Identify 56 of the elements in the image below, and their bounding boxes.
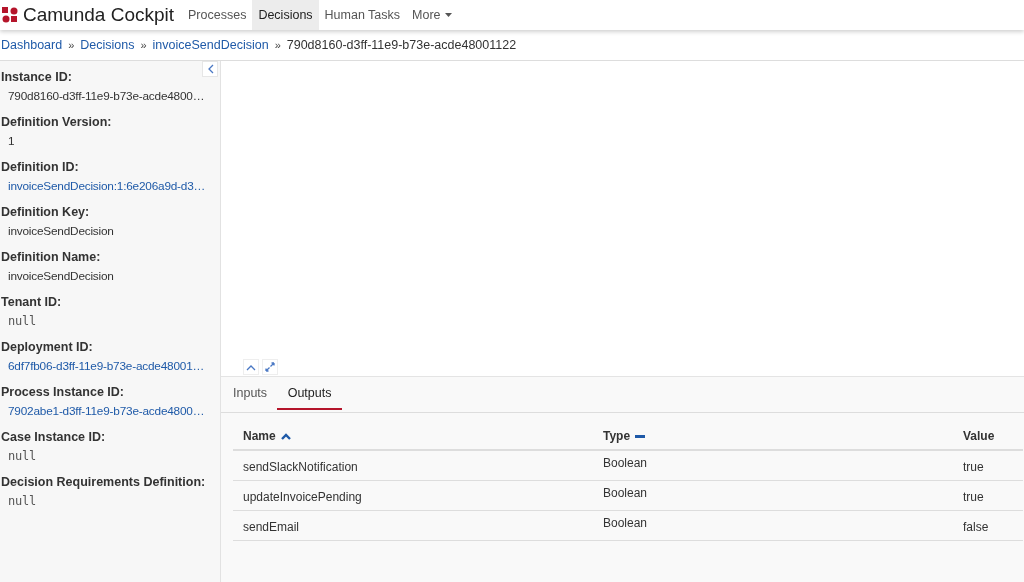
field-label: Definition Version: [0,115,113,129]
expand-panel-button[interactable] [243,359,259,375]
table-cell: sendEmail [243,520,300,534]
breadcrumb-link[interactable]: Dashboard [1,38,63,52]
collapse-button[interactable] [202,61,218,77]
chevron-left-icon [206,64,214,74]
field-label: Deployment ID: [0,340,94,354]
field-value: invoiceSendDecision [8,269,114,283]
field-label: Decision Requirements Definition: [0,475,207,489]
nav-tab[interactable]: More [406,0,458,30]
caret-icon [444,13,452,17]
unsorted-icon[interactable] [635,434,646,438]
field-value: null [8,314,37,328]
nav-tab[interactable]: Processes [182,0,253,30]
breadcrumb-separator: » [274,39,281,51]
app-title: Camunda Cockpit [23,4,175,26]
table-cell: false [963,520,989,534]
field-value: null [8,449,37,463]
table-cell: Boolean [603,486,648,500]
field-label: Definition ID: [0,160,80,174]
breadcrumb-link[interactable]: Decisions [80,38,135,52]
field-value: invoiceSendDecision [8,224,114,238]
logo-icon [2,7,18,23]
table-cell: true [963,460,984,474]
table-cell: Boolean [603,516,648,530]
field-link[interactable]: invoiceSendDecision:1:6e206a9d-d3… [8,179,206,193]
field-value: 1 [8,134,15,148]
expand-icon [265,362,275,372]
field-value: 790d8160-d3ff-11e9-b73e-acde4800… [8,89,205,103]
table-cell: true [963,490,984,504]
breadcrumb-separator: » [68,39,75,51]
field-label: Instance ID: [0,70,73,84]
fullscreen-button[interactable] [262,359,278,375]
field-label: Process Instance ID: [0,385,125,399]
breadcrumb-current: 790d8160-d3ff-11e9-b73e-acde48001122 [286,38,517,52]
field-label: Tenant ID: [0,295,63,309]
chevron-up-icon [246,363,256,371]
field-link[interactable]: 6df7fb06-d3ff-11e9-b73e-acde48001… [8,359,205,373]
tab[interactable]: Inputs [233,384,268,410]
field-label: Definition Key: [0,205,91,219]
field-value: null [8,494,37,508]
column-header[interactable]: Value [963,429,995,443]
breadcrumb-separator: » [140,39,147,51]
column-header[interactable]: Name [243,429,276,443]
column-header[interactable]: Type [603,429,631,443]
table-cell: Boolean [603,456,648,470]
sort-ascending-icon[interactable] [280,432,291,440]
tab[interactable]: Outputs [277,384,343,410]
nav-tab[interactable]: Decisions [252,0,319,30]
table-cell: updateInvoicePending [243,490,362,504]
field-link[interactable]: 7902abe1-d3ff-11e9-b73e-acde4800… [8,404,205,418]
field-label: Case Instance ID: [0,430,107,444]
breadcrumb-link[interactable]: invoiceSendDecision [152,38,269,52]
field-label: Definition Name: [0,250,102,264]
table-cell: sendSlackNotification [243,460,358,474]
nav-tab[interactable]: Human Tasks [318,0,407,30]
